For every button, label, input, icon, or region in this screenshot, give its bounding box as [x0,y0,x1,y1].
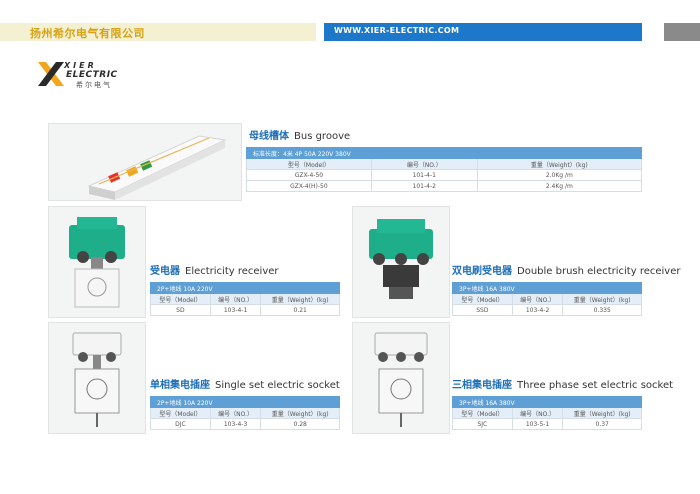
logo-brand-cn: 希尔电气 [76,81,112,89]
single-socket-image [72,332,122,427]
receiver-title-en: Electricity receiver [185,266,279,277]
table-row: SD 103-4-1 0.21 [150,304,340,316]
col-number: 编号（NO.） [511,407,564,419]
double-brush-title-cn: 双电刷受电器 [452,266,512,277]
logo-brand-main: ELECTRIC [66,70,118,80]
col-number: 编号（NO.） [209,293,262,305]
receiver-photo [48,206,146,318]
double-brush-image [369,219,433,299]
receiver-spec: 2P+地线 10A 220V [150,282,340,294]
receiver-title-cn: 受电器 [150,266,180,277]
three-phase-socket-title: 三相集电插座 Three phase set electric socket [452,376,673,391]
col-model: 型号（Model） [246,158,372,170]
table-row: SJC 103-5-1 0.37 [452,418,642,430]
double-brush-spec-table: 3P+地线 16A 380V 型号（Model） 编号（NO.） 重量（Weig… [452,282,642,316]
header-gray-tab [664,23,700,41]
logo-brand-top: XIER [64,61,97,70]
receiver-image [69,217,125,308]
three-phase-socket-spec: 3P+地线 16A 380V [452,396,642,408]
col-model: 型号（Model） [150,407,211,419]
single-socket-title: 单相集电插座 Single set electric socket [150,376,340,391]
single-socket-title-cn: 单相集电插座 [150,380,210,391]
bus-groove-title-cn: 母线槽体 [249,131,289,142]
col-weight: 重量（Weight）(kg) [260,293,340,305]
bus-groove-title: 母线槽体 Bus groove [249,127,350,142]
receiver-spec-table: 2P+地线 10A 220V 型号（Model） 编号（NO.） 重量（Weig… [150,282,340,316]
col-model: 型号（Model） [150,293,211,305]
table-row: GZX-4(H)-50 101-4-2 2.4Kg /m [246,180,643,192]
bus-groove-photo [48,123,242,201]
bus-groove-title-en: Bus groove [294,131,351,142]
website-url[interactable]: WWW.XIER-ELECTRIC.COM [334,26,459,35]
double-brush-title: 双电刷受电器 Double brush electricity receiver [452,262,680,277]
double-brush-title-en: Double brush electricity receiver [517,266,681,277]
col-weight: 重量（Weight）(kg) [562,293,642,305]
single-socket-spec: 2P+地线 10A 220V [150,396,340,408]
col-number: 编号（NO.） [511,293,564,305]
three-phase-socket-title-cn: 三相集电插座 [452,380,512,391]
table-row: DJC 103-4-3 0.28 [150,418,340,430]
col-weight: 重量（Weight）(kg) [562,407,642,419]
bus-groove-spec-table: 标准长度：4米 4P 50A 220V 380V 型号（Model） 编号（NO… [246,147,643,192]
col-weight: 重量（Weight）(kg) [260,407,340,419]
single-socket-title-en: Single set electric socket [215,380,340,391]
three-phase-socket-image [374,332,428,427]
col-model: 型号（Model） [452,407,513,419]
col-number: 编号（NO.） [370,158,478,170]
three-phase-socket-spec-table: 3P+地线 16A 380V 型号（Model） 编号（NO.） 重量（Weig… [452,396,642,430]
xier-logo: XIER ELECTRIC 希尔电气 [36,60,146,90]
website-header-bar: WWW.XIER-ELECTRIC.COM [324,23,642,41]
company-header-bar: 扬州希尔电气有限公司 [0,23,316,41]
col-weight: 重量（Weight）(kg) [476,158,643,170]
three-phase-socket-title-en: Three phase set electric socket [517,380,674,391]
table-row: SSD 103-4-2 0.335 [452,304,642,316]
company-name: 扬州希尔电气有限公司 [30,27,145,40]
single-socket-photo [48,322,146,434]
bus-groove-image [87,135,227,200]
bus-groove-spec: 标准长度：4米 4P 50A 220V 380V [246,147,642,159]
receiver-title: 受电器 Electricity receiver [150,262,279,277]
single-socket-spec-table: 2P+地线 10A 220V 型号（Model） 编号（NO.） 重量（Weig… [150,396,340,430]
double-brush-photo [352,206,450,318]
col-number: 编号（NO.） [209,407,262,419]
double-brush-spec: 3P+地线 16A 380V [452,282,642,294]
logo-x-icon [38,62,64,86]
three-phase-socket-photo [352,322,450,434]
col-model: 型号（Model） [452,293,513,305]
table-row: GZX-4-50 101-4-1 2.0Kg /m [246,169,643,181]
